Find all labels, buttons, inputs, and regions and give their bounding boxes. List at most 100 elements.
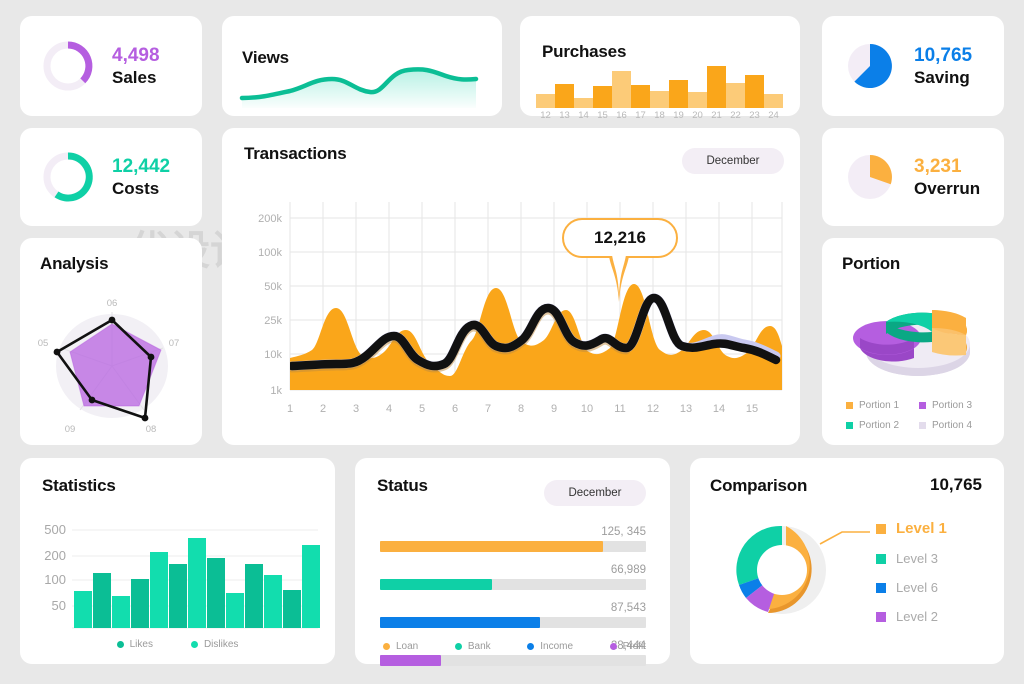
overrun-label: Overrun — [914, 179, 981, 199]
svg-text:2: 2 — [320, 403, 326, 415]
svg-text:16: 16 — [616, 110, 627, 121]
status-title: Status — [377, 476, 428, 495]
svg-text:24: 24 — [768, 110, 779, 121]
legend-dot-dislikes — [190, 641, 198, 648]
svg-text:3: 3 — [353, 403, 359, 415]
views-sparkline — [239, 67, 479, 108]
svg-text:11: 11 — [614, 403, 625, 415]
portion-title: Portion — [842, 254, 901, 273]
legend-dot-income — [527, 643, 535, 650]
svg-text:12: 12 — [540, 110, 551, 121]
svg-text:19: 19 — [673, 110, 684, 121]
sales-value: 4,498 — [112, 44, 160, 66]
transactions-tooltip: 12,216 — [562, 218, 678, 302]
legend-item-level-1[interactable]: Level 1 — [876, 520, 947, 537]
legend-swatch-portion-2 — [846, 422, 853, 429]
status-fill-bank — [380, 579, 492, 590]
kpi-card-sales[interactable]: 4,498 Sales — [20, 16, 202, 116]
legend-item-profit[interactable]: Profit — [609, 641, 646, 652]
legend-item-level-2[interactable]: Level 2 — [876, 609, 947, 624]
legend-item-loan[interactable]: Loan — [383, 641, 418, 652]
purchases-card[interactable]: Purchases 12 13 14 15 16 17 18 19 20 21 … — [520, 16, 800, 121]
transactions-title: Transactions — [244, 144, 347, 163]
statistics-card[interactable]: Statistics 500 200 100 50 Likes Dislikes — [20, 458, 335, 664]
analysis-card[interactable]: Analysis 06 07 08 09 05 — [20, 238, 202, 445]
svg-text:14: 14 — [713, 403, 725, 415]
statistics-legend: Likes Dislikes — [20, 639, 335, 650]
legend-dot-profit — [609, 643, 617, 650]
legend-item-bank[interactable]: Bank — [454, 641, 491, 652]
transactions-period-chip[interactable]: December — [682, 148, 784, 174]
svg-text:200k: 200k — [258, 213, 282, 225]
svg-text:7: 7 — [485, 403, 491, 415]
saving-value: 10,765 — [914, 44, 973, 66]
legend-swatch-portion-4 — [919, 422, 926, 429]
transactions-chart: 200k 100k 50k 25k 10k 1k 1 2 3 4 5 6 7 8… — [258, 202, 783, 415]
legend-label: Likes — [129, 639, 153, 650]
costs-donut-icon — [40, 149, 96, 205]
portion-pie-chart — [853, 310, 970, 376]
status-value-loan: 125, 345 — [601, 526, 646, 538]
analysis-title: Analysis — [40, 254, 109, 273]
legend-swatch-portion-3 — [919, 402, 926, 409]
legend-item[interactable]: Portion 2 — [846, 420, 915, 431]
legend-item-dislikes[interactable]: Dislikes — [190, 639, 239, 650]
status-period-chip[interactable]: December — [544, 480, 646, 506]
legend-item-likes[interactable]: Likes — [116, 639, 153, 650]
status-row-income[interactable]: 87,543 — [380, 602, 646, 628]
status-value-income: 87,543 — [610, 602, 646, 614]
portion-card[interactable]: Portion Portion 1 Portion 3 Portion 2 Po… — [822, 238, 1004, 445]
svg-text:6: 6 — [452, 403, 458, 415]
svg-text:23: 23 — [749, 110, 760, 121]
overrun-pie-icon — [842, 149, 898, 205]
legend-item[interactable]: Portion 3 — [919, 400, 988, 411]
comparison-callout-line — [819, 531, 870, 545]
legend-item-level-3[interactable]: Level 3 — [876, 551, 947, 566]
purchases-bars — [536, 66, 783, 108]
svg-text:06: 06 — [107, 298, 118, 309]
legend-label: Portion 2 — [859, 420, 900, 431]
legend-label: Dislikes — [203, 639, 239, 650]
kpi-card-overrun[interactable]: 3,231 Overrun — [822, 128, 1004, 226]
transactions-y-axis: 200k 100k 50k 25k 10k 1k — [258, 213, 282, 397]
legend-swatch-level-3 — [876, 553, 886, 564]
statistics-y-axis: 500 200 100 50 — [44, 522, 66, 613]
svg-text:500: 500 — [44, 522, 66, 537]
legend-item-income[interactable]: Income — [527, 641, 573, 652]
legend-dot-bank — [454, 643, 462, 650]
legend-swatch-level-6 — [876, 582, 886, 593]
sales-label: Sales — [112, 68, 157, 88]
portion-legend: Portion 1 Portion 3 Portion 2 Portion 4 — [846, 400, 988, 431]
legend-item[interactable]: Portion 4 — [919, 420, 988, 431]
svg-text:09: 09 — [65, 424, 76, 435]
svg-text:100: 100 — [44, 572, 66, 587]
costs-label: Costs — [112, 179, 160, 199]
status-row-bank[interactable]: 66,989 — [380, 564, 646, 590]
svg-text:14: 14 — [578, 110, 589, 121]
legend-item[interactable]: Portion 1 — [846, 400, 915, 411]
svg-text:200: 200 — [44, 548, 66, 563]
status-card[interactable]: Status December 125, 345 66,989 87,543 2… — [355, 458, 670, 666]
legend-label-level-1: Level 1 — [896, 520, 947, 537]
comparison-legend: Level 1 Level 3 Level 6 Level 2 — [876, 520, 947, 624]
legend-swatch-level-1 — [876, 523, 886, 534]
status-value-bank: 66,989 — [610, 564, 646, 576]
views-card[interactable]: Views — [222, 16, 502, 116]
transactions-card[interactable]: Transactions December 200k 100k 50k 25k … — [222, 128, 800, 445]
comparison-donut-chart — [736, 525, 870, 614]
legend-label-level-6: Level 6 — [896, 580, 938, 595]
kpi-card-costs[interactable]: 12,442 Costs — [20, 128, 202, 226]
legend-item-level-6[interactable]: Level 6 — [876, 580, 947, 595]
svg-text:22: 22 — [730, 110, 741, 121]
svg-text:13: 13 — [680, 403, 692, 415]
status-fill-loan — [380, 541, 604, 552]
status-row-loan[interactable]: 125, 345 — [380, 526, 646, 552]
svg-text:15: 15 — [597, 110, 608, 121]
legend-label: Loan — [396, 641, 419, 652]
sales-donut-icon — [40, 38, 96, 94]
kpi-card-saving[interactable]: 10,765 Saving — [822, 16, 1004, 116]
svg-text:10: 10 — [581, 403, 593, 415]
svg-text:07: 07 — [169, 338, 180, 349]
legend-label: Portion 1 — [859, 400, 900, 411]
comparison-card[interactable]: Comparison 10,765 Level 1 Level 3 Level … — [690, 458, 1004, 664]
